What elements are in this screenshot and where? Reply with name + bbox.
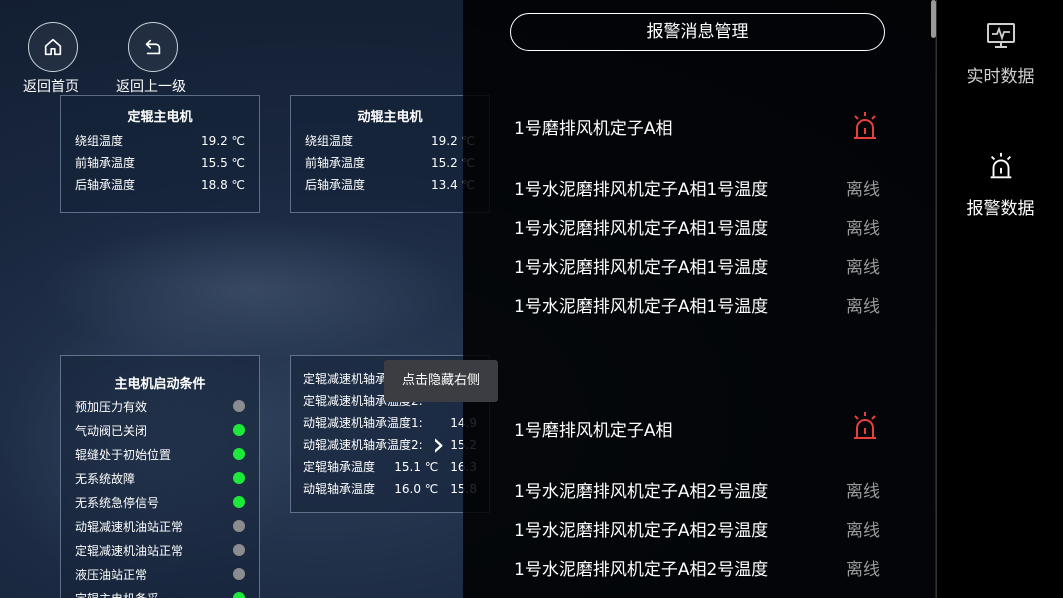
data-row: 前轴承温度 15.2 ℃ [291,152,489,174]
status-row: 气动阀已关闭 [61,418,259,442]
row-label: 前轴承温度 [305,156,366,170]
status-dot [233,400,245,412]
alarm-item-text[interactable]: 1号水泥磨排风机定子A相1号温度 [514,175,768,200]
data-row: 动辊轴承温度16.0 ℃15.8 [291,478,489,500]
sidebar-item-label: 实时数据 [966,67,1035,87]
data-row: 动辊减速机轴承温度2:15.2 [291,434,489,456]
status-label: 定辊主电机备妥 [75,590,159,598]
alarm-item-status: 离线 [846,482,880,502]
status-label: 气动阀已关闭 [75,423,148,438]
row-label: 定辊轴承温度 [303,460,376,474]
row-label: 动辊减速机轴承温度2: [303,438,423,452]
status-dot [233,544,245,556]
row-label: 动辊轴承温度 [303,482,376,496]
status-dot [233,592,245,598]
alarm-item-text[interactable]: 1号水泥磨排风机定子A相1号温度 [514,253,768,278]
alarm-group-header: 1号磨排风机定子A相 [514,421,673,441]
status-label: 无系统急停信号 [75,495,160,510]
status-row: 定辊减速机油站正常 [61,538,259,562]
status-label: 定辊减速机油站正常 [75,543,184,558]
back-label[interactable]: 返回上一级 [116,76,186,96]
row-value: 15.5 ℃ [200,156,245,170]
alarm-item-text[interactable]: 1号水泥磨排风机定子A相2号温度 [514,555,768,580]
status-dot [233,496,245,508]
alarm-item-status: 离线 [846,560,880,580]
panel-title: 动辊主电机 [357,110,423,125]
data-row: 绕组温度 19.2 ℃ [291,130,489,152]
collapse-drawer-chevron-icon[interactable]: › [432,428,445,460]
alarm-icon [990,152,1011,179]
status-label: 预加压力有效 [75,399,148,414]
panel-title: 定辊主电机 [127,110,193,125]
row-label: 后轴承温度 [305,178,366,192]
right-sidebar: 实时数据 报警数据 [936,0,1063,598]
status-row: 预加压力有效 [61,394,259,418]
row-label: 前轴承温度 [75,156,136,170]
row-label: 后轴承温度 [75,178,136,192]
home-label[interactable]: 返回首页 [23,76,79,96]
status-dot [233,448,245,460]
row-value: 18.8 ℃ [200,178,245,192]
status-row: 定辊主电机备妥 [61,586,259,598]
data-row: 后轴承温度 13.4 ℃ [291,174,489,196]
alarm-message-title[interactable]: 报警消息管理 [510,13,885,51]
alarm-item-status: 离线 [846,180,880,200]
row-label: 绕组温度 [75,134,124,148]
hide-right-tooltip: 点击隐藏右侧 [384,360,498,402]
status-row: 液压油站正常 [61,562,259,586]
alarm-item-text[interactable]: 1号水泥磨排风机定子A相2号温度 [514,477,768,502]
data-row: 动辊减速机轴承温度1:14.9 [291,412,489,434]
home-button[interactable] [28,22,78,72]
back-button[interactable] [128,22,178,72]
row-label: 绕组温度 [305,134,354,148]
data-row: 前轴承温度 15.5 ℃ [61,152,259,174]
status-row: 动辊减速机油站正常 [61,514,259,538]
status-dot [233,520,245,532]
sidebar-item-alarm[interactable]: 报警数据 [937,150,1063,219]
fixed-roller-motor-panel: 定辊主电机 绕组温度 19.2 ℃ 前轴承温度 15.5 ℃ 后轴承温度 18.8 ℃ [60,95,260,213]
alarm-item-status: 离线 [846,521,880,541]
status-row: 无系统急停信号 [61,490,259,514]
status-dot [233,568,245,580]
alarm-item-status: 离线 [846,297,880,317]
return-icon [145,39,161,55]
row-value: 19.2 ℃ [200,134,245,148]
row-value: 16.0 ℃ [394,482,439,496]
status-label: 辊缝处于初始位置 [75,447,172,462]
alarm-item-status: 离线 [846,219,880,239]
moving-roller-motor-panel: 动辊主电机 绕组温度 19.2 ℃ 前轴承温度 15.2 ℃ 后轴承温度 13.4 ℃ [290,95,490,213]
status-label: 无系统故障 [75,471,136,486]
data-row: 定辊轴承温度15.1 ℃16.3 [291,456,489,478]
alarm-item-text[interactable]: 1号水泥磨排风机定子A相1号温度 [514,292,768,317]
status-label: 动辊减速机油站正常 [75,519,184,534]
alarm-siren-icon [854,112,876,139]
monitor-icon [986,23,1015,48]
data-row: 绕组温度 19.2 ℃ [61,130,259,152]
sidebar-item-label: 报警数据 [966,199,1035,219]
alarm-group-header: 1号磨排风机定子A相 [514,119,673,139]
start-conditions-panel: 主电机启动条件 预加压力有效 气动阀已关闭 辊缝处于初始位置 无系统故障 无系统… [60,355,260,598]
row-label: 动辊减速机轴承温度1: [303,416,423,430]
status-dot [233,424,245,436]
alarm-siren-icon [854,412,876,439]
alarm-item-text[interactable]: 1号水泥磨排风机定子A相1号温度 [514,214,768,239]
row-label: 定辊减速机轴承 [303,372,388,386]
status-row: 辊缝处于初始位置 [61,442,259,466]
sidebar-item-realtime[interactable]: 实时数据 [937,22,1063,87]
alarm-item-text[interactable]: 1号水泥磨排风机定子A相2号温度 [514,516,768,541]
home-icon [44,38,62,56]
data-row: 后轴承温度 18.8 ℃ [61,174,259,196]
panel-title: 主电机启动条件 [114,377,206,392]
status-label: 液压油站正常 [75,567,148,582]
status-row: 无系统故障 [61,466,259,490]
status-dot [233,472,245,484]
alarm-item-status: 离线 [846,258,880,278]
